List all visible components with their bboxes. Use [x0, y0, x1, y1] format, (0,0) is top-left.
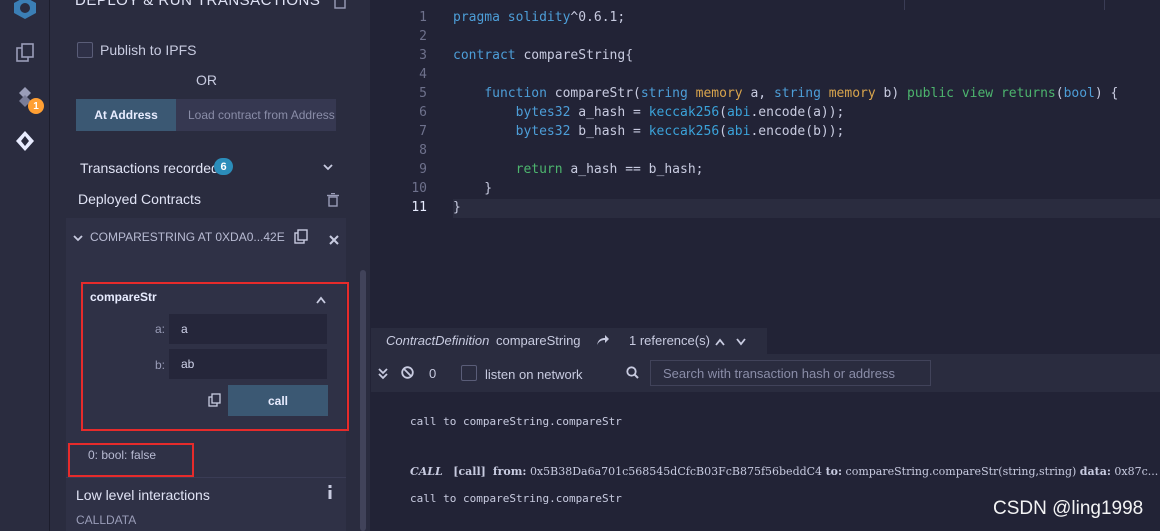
line-number: 2: [419, 29, 427, 44]
pending-count: 0: [429, 366, 437, 381]
terminal-toolbar: 0 listen on network Search with transact…: [371, 354, 1160, 392]
or-label: OR: [196, 72, 217, 88]
info-icon[interactable]: [326, 485, 334, 504]
param-b-label: b:: [155, 358, 166, 372]
chevron-up-icon[interactable]: [315, 292, 327, 310]
file-explorer-icon[interactable]: [11, 39, 39, 67]
low-level-label: Low level interactions: [76, 487, 210, 503]
ruler: [1104, 0, 1105, 10]
clear-console-icon[interactable]: [401, 366, 414, 384]
code-line: contract compareString{: [453, 48, 634, 63]
deployed-contracts-label: Deployed Contracts: [78, 191, 201, 207]
publish-ipfs-checkbox[interactable]: [77, 42, 93, 58]
line-number: 1: [419, 10, 427, 25]
instance-collapse-icon[interactable]: [73, 230, 83, 248]
param-a-input[interactable]: a: [169, 314, 327, 344]
copy-calldata-icon[interactable]: [208, 393, 221, 412]
code-editor[interactable]: 1 2 3 4 5 6 7 8 9 10 11 pragma solidity^…: [371, 0, 1160, 328]
close-icon[interactable]: [329, 232, 339, 250]
active-line-highlight: [453, 199, 1160, 218]
panel-scrollbar[interactable]: [360, 270, 366, 531]
line-number: 5: [419, 86, 427, 101]
divider: [66, 477, 346, 478]
call-kind: [call]: [453, 465, 486, 478]
double-chevron-down-icon[interactable]: [378, 367, 388, 385]
line-number: 10: [411, 181, 427, 196]
call-log-entry[interactable]: CALL [call] from: 0x5B38Da6a701c568545dC…: [410, 465, 1158, 478]
calldata-label: CALLDATA: [76, 513, 137, 527]
from-label: from:: [492, 465, 527, 478]
log-entry: call to compareString.compareStr: [410, 492, 622, 505]
chevron-down-icon[interactable]: [735, 335, 747, 350]
code-line: pragma solidity^0.6.1;: [453, 10, 626, 25]
line-number: 3: [419, 48, 427, 63]
icon-bar: 1: [0, 0, 50, 531]
references-count: 1 reference(s): [629, 333, 710, 348]
deploy-icon[interactable]: [11, 127, 39, 155]
call-button[interactable]: call: [228, 385, 328, 416]
code-line: }: [453, 181, 493, 196]
publish-ipfs-label: Publish to IPFS: [100, 42, 197, 58]
to-value: compareString.compareStr(string,string): [845, 465, 1077, 478]
call-tag: CALL: [410, 465, 443, 478]
transactions-count-badge: 6: [214, 158, 233, 175]
data-value: 0x87c...: [1114, 465, 1159, 478]
terminal-search-input[interactable]: Search with transaction hash or address: [650, 360, 931, 386]
docs-icon[interactable]: [334, 0, 346, 14]
line-number: 9: [419, 162, 427, 177]
code-line: function compareStr(string memory a, str…: [484, 86, 1119, 101]
load-contract-input[interactable]: Load contract from Address: [176, 99, 336, 131]
listen-network-checkbox[interactable]: [461, 365, 477, 381]
code-line: }: [453, 200, 461, 215]
listen-network-label: listen on network: [485, 367, 583, 382]
code-line: bytes32 a_hash = keccak256(abi.encode(a)…: [515, 105, 845, 120]
to-label: to:: [825, 465, 843, 478]
data-label: data:: [1079, 465, 1111, 478]
remix-logo-icon[interactable]: [11, 0, 39, 22]
line-number: 4: [419, 67, 427, 82]
chevron-down-icon[interactable]: [322, 160, 334, 178]
line-number: 8: [419, 143, 427, 158]
transactions-recorded-label[interactable]: Transactions recorded: [80, 160, 219, 176]
code-line: return a_hash == b_hash;: [515, 162, 704, 177]
copy-icon[interactable]: [294, 229, 308, 249]
param-b-input[interactable]: ab: [169, 349, 327, 379]
definition-name: compareString: [496, 333, 581, 348]
code-line: bytes32 b_hash = keccak256(abi.encode(b)…: [515, 124, 845, 139]
line-number: 6: [419, 105, 427, 120]
line-gutter: 1 2 3 4 5 6 7 8 9 10 11: [371, 0, 441, 328]
from-value: 0x5B38Da6a701c568545dCfcB03FcB875f56bedd…: [529, 465, 823, 478]
instance-title[interactable]: COMPARESTRING AT 0XDA0...42E: [90, 230, 285, 244]
at-address-button[interactable]: At Address: [76, 99, 176, 131]
definition-bar: ContractDefinition compareString 1 refer…: [371, 328, 767, 354]
search-icon: [626, 366, 639, 384]
trash-icon[interactable]: [327, 192, 339, 212]
param-a-label: a:: [155, 322, 166, 336]
definition-kind: ContractDefinition: [386, 333, 490, 348]
chevron-up-icon[interactable]: [714, 335, 726, 350]
ruler: [904, 0, 905, 10]
panel-title: DEPLOY & RUN TRANSACTIONS: [75, 0, 321, 9]
plugin-badge: 1: [28, 98, 44, 114]
log-entry: call to compareString.compareStr: [410, 415, 622, 428]
deploy-run-panel: DEPLOY & RUN TRANSACTIONS Publish to IPF…: [50, 0, 370, 531]
line-number: 7: [419, 124, 427, 139]
call-result: 0: bool: false: [88, 448, 157, 462]
line-number-active: 11: [411, 200, 427, 215]
goto-definition-icon[interactable]: [596, 334, 610, 349]
watermark: CSDN @ling1998: [993, 498, 1144, 519]
function-name: compareStr: [90, 290, 157, 304]
